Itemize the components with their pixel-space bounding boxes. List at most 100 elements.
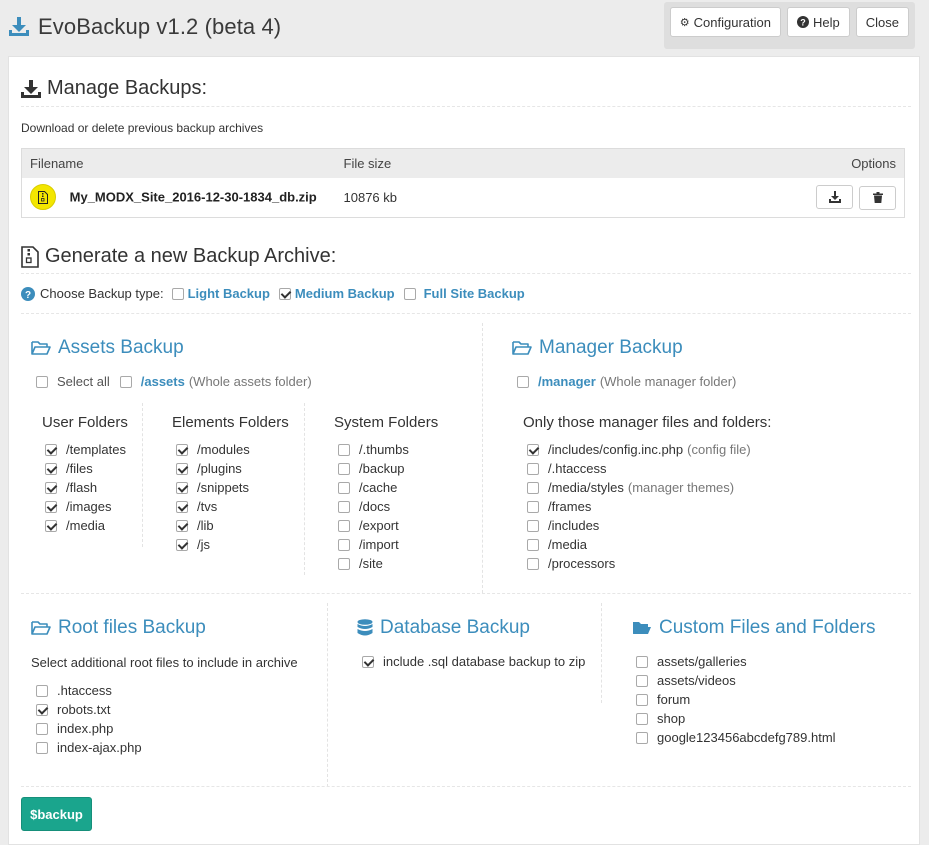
user-folder-checkbox[interactable] <box>45 481 57 494</box>
elements-folder-checkbox[interactable] <box>176 538 188 551</box>
download-icon <box>9 17 29 36</box>
manager-item-note: (manager themes) <box>627 480 735 495</box>
user-folder-checkbox[interactable] <box>45 462 57 475</box>
assets-backup-title: Assets Backup <box>58 337 184 358</box>
root-file-checkbox[interactable] <box>36 684 48 697</box>
elements-folder-checkbox[interactable] <box>176 443 188 456</box>
elements-folder-label: /snippets <box>197 480 250 495</box>
assets-folder-checkbox[interactable] <box>119 375 132 388</box>
database-backup-heading: Database Backup <box>357 617 530 639</box>
elements-folder-checkbox[interactable] <box>176 500 188 513</box>
elements-folder-label: /tvs <box>197 499 218 514</box>
custom-path-checkbox[interactable] <box>636 674 648 687</box>
database-option-label: include .sql database backup to zip <box>383 654 586 669</box>
custom-path-checkbox[interactable] <box>636 655 648 668</box>
manager-folder-row: /manager (Whole manager folder) <box>517 374 736 389</box>
manager-item-checkbox[interactable] <box>527 500 539 513</box>
download-backup-button[interactable] <box>816 185 854 209</box>
manager-item-checkbox[interactable] <box>527 443 539 456</box>
manager-folder-note: (Whole manager folder) <box>599 374 737 389</box>
manager-item-checkbox[interactable] <box>527 481 539 494</box>
light-backup-checkbox[interactable] <box>171 287 184 300</box>
folder-open-icon <box>633 622 651 634</box>
system-folder-checkbox[interactable] <box>338 538 350 551</box>
column-options: Options <box>571 148 905 178</box>
divider <box>21 593 911 594</box>
generate-heading: Generate a new Backup Archive: <box>21 245 336 268</box>
backup-submit-button[interactable]: $backup <box>21 797 92 831</box>
backup-filesize: 10876 kb <box>343 189 398 205</box>
assets-folder-note: (Whole assets folder) <box>188 374 312 389</box>
manager-item-label: /includes <box>548 518 600 533</box>
elements-folder-item: /tvs <box>176 499 217 514</box>
manager-item-checkbox[interactable] <box>527 462 539 475</box>
root-file-checkbox[interactable] <box>36 741 48 754</box>
user-folder-checkbox[interactable] <box>45 519 57 532</box>
database-icon <box>357 619 373 636</box>
user-folder-checkbox[interactable] <box>45 500 57 513</box>
system-folder-checkbox[interactable] <box>338 500 350 513</box>
medium-backup-checkbox[interactable] <box>278 287 291 300</box>
folder-open-icon <box>31 341 51 355</box>
divider <box>21 273 911 274</box>
database-option-item: include .sql database backup to zip <box>362 654 585 669</box>
column-filename: Filename <box>21 148 336 178</box>
delete-backup-button[interactable] <box>859 185 896 210</box>
elements-folder-checkbox[interactable] <box>176 481 188 494</box>
manager-item-item: /media <box>527 537 587 552</box>
elements-folder-label: /lib <box>197 518 214 533</box>
elements-folder-item: /snippets <box>176 480 249 495</box>
help-button[interactable]: ? Help <box>787 7 850 37</box>
system-folder-checkbox[interactable] <box>338 519 350 532</box>
light-backup-label[interactable]: Light Backup <box>188 286 270 301</box>
choose-type-label: Choose Backup type: <box>40 286 164 301</box>
manager-item-label: /.htaccess <box>548 461 607 476</box>
divider <box>327 603 328 787</box>
manage-backups-title: Manage Backups: <box>47 77 208 99</box>
custom-path-checkbox[interactable] <box>636 731 648 744</box>
manager-item-label: /includes/config.inc.php <box>548 442 684 457</box>
system-folder-label: /.thumbs <box>359 442 409 457</box>
manager-item-checkbox[interactable] <box>527 519 539 532</box>
svg-text:?: ? <box>800 18 806 28</box>
user-folder-item: /flash <box>45 480 97 495</box>
root-description: Select additional root files to include … <box>31 655 298 670</box>
select-all-checkbox[interactable] <box>36 375 48 388</box>
user-folder-item: /media <box>45 518 105 533</box>
manager-item-checkbox[interactable] <box>527 557 539 570</box>
custom-path-label: shop <box>657 711 686 726</box>
system-folder-item: /export <box>338 518 399 533</box>
configuration-button[interactable]: ⚙ Configuration <box>669 7 781 37</box>
root-file-checkbox[interactable] <box>36 703 48 716</box>
manage-backups-heading: Manage Backups: <box>21 77 207 100</box>
medium-backup-label[interactable]: Medium Backup <box>295 286 395 301</box>
user-folder-checkbox[interactable] <box>45 443 57 456</box>
backups-table: Filename File size Options My_MODX_Site_… <box>21 148 905 218</box>
trash-icon <box>872 192 883 203</box>
full-backup-label[interactable]: Full Site Backup <box>424 286 525 301</box>
system-folder-item: /cache <box>338 480 397 495</box>
svg-text:?: ? <box>25 290 31 301</box>
custom-path-checkbox[interactable] <box>636 693 648 706</box>
full-backup-checkbox[interactable] <box>403 287 416 300</box>
download-icon <box>828 191 841 203</box>
elements-folder-checkbox[interactable] <box>176 462 188 475</box>
database-option-checkbox[interactable] <box>362 655 374 668</box>
system-folder-checkbox[interactable] <box>338 443 350 456</box>
custom-path-checkbox[interactable] <box>636 712 648 725</box>
close-button[interactable]: Close <box>855 7 909 37</box>
table-header: Filename File size Options <box>21 148 905 178</box>
elements-folder-checkbox[interactable] <box>176 519 188 532</box>
root-file-checkbox[interactable] <box>36 722 48 735</box>
root-file-label: index.php <box>57 721 114 736</box>
manager-folder-checkbox[interactable] <box>517 375 529 388</box>
elements-folders-title: Elements Folders <box>172 414 289 431</box>
download-icon <box>21 79 41 98</box>
system-folder-checkbox[interactable] <box>338 481 350 494</box>
system-folder-checkbox[interactable] <box>338 557 350 570</box>
user-folder-label: /files <box>66 461 93 476</box>
system-folder-checkbox[interactable] <box>338 462 350 475</box>
user-folder-label: /media <box>66 518 106 533</box>
manager-item-checkbox[interactable] <box>527 538 539 551</box>
system-folder-label: /site <box>359 556 383 571</box>
